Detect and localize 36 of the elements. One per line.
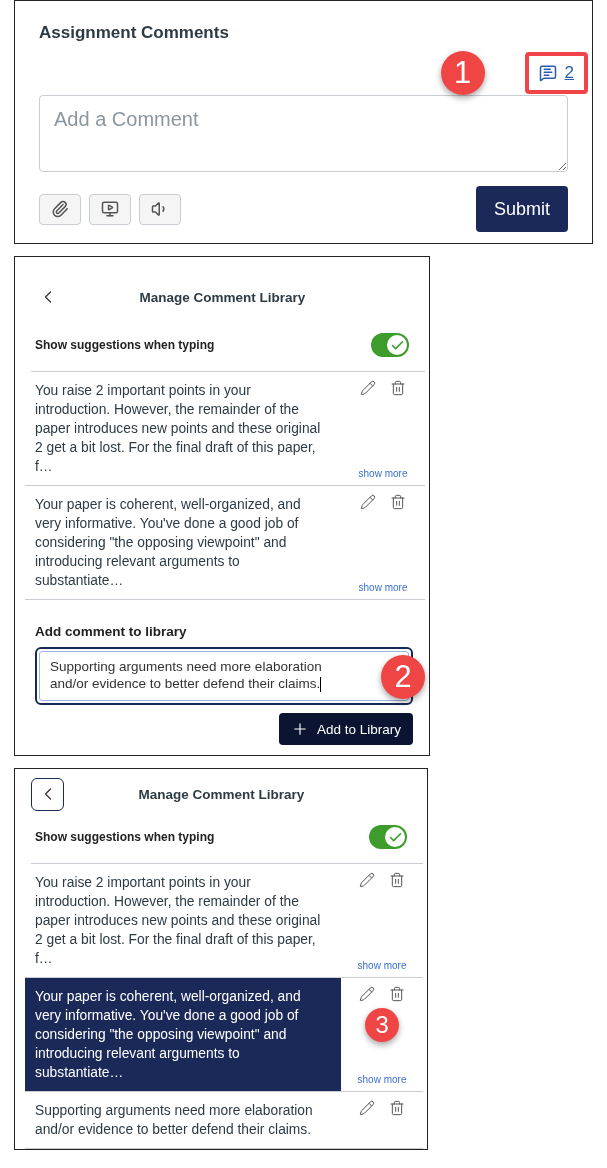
toggle-label: Show suggestions when typing <box>35 338 215 352</box>
delete-icon[interactable] <box>389 1100 405 1116</box>
edit-icon[interactable] <box>359 986 375 1002</box>
delete-icon[interactable] <box>389 872 405 888</box>
paperclip-icon <box>51 200 69 218</box>
panel-title: Assignment Comments <box>39 23 230 43</box>
toggle-label: Show suggestions when typing <box>35 830 215 844</box>
show-more-link[interactable]: show more <box>357 1074 407 1085</box>
delete-icon[interactable] <box>390 494 406 510</box>
panel-title: Manage Comment Library <box>138 289 307 305</box>
media-button[interactable] <box>89 193 131 225</box>
edit-icon[interactable] <box>359 872 375 888</box>
back-button[interactable] <box>31 777 64 811</box>
callout-badge: 2 <box>381 655 425 699</box>
callout-badge: 3 <box>365 1008 399 1042</box>
submit-button[interactable]: Submit <box>475 186 568 232</box>
field-label: Add comment to library <box>35 624 188 639</box>
add-to-library-button[interactable]: Add to Library <box>278 713 413 745</box>
video-icon <box>101 200 119 218</box>
show-more-link[interactable]: show more <box>358 582 408 593</box>
comment-field[interactable]: Add a Comment <box>39 95 568 172</box>
audio-button[interactable] <box>139 193 181 225</box>
edit-icon[interactable] <box>360 494 376 510</box>
show-more-link[interactable]: show more <box>358 468 408 479</box>
suggestions-toggle[interactable] <box>369 825 407 849</box>
edit-icon[interactable] <box>359 1100 375 1116</box>
callout-badge: 1 <box>440 51 485 95</box>
show-more-link[interactable]: show more <box>357 960 407 971</box>
suggestions-toggle[interactable] <box>371 333 409 357</box>
delete-icon[interactable] <box>389 986 405 1002</box>
edit-icon[interactable] <box>360 380 376 396</box>
delete-icon[interactable] <box>390 380 406 396</box>
attach-button[interactable] <box>39 193 81 225</box>
library-comment[interactable]: Your paper is coherent, well-organized, and very informative. You've done a good job of considering "the opposing viewpoint" and introducing relevant arguments to substantiate… <box>25 978 341 1091</box>
panel-title: Manage Comment Library <box>137 786 306 802</box>
comment-icon <box>538 64 557 82</box>
